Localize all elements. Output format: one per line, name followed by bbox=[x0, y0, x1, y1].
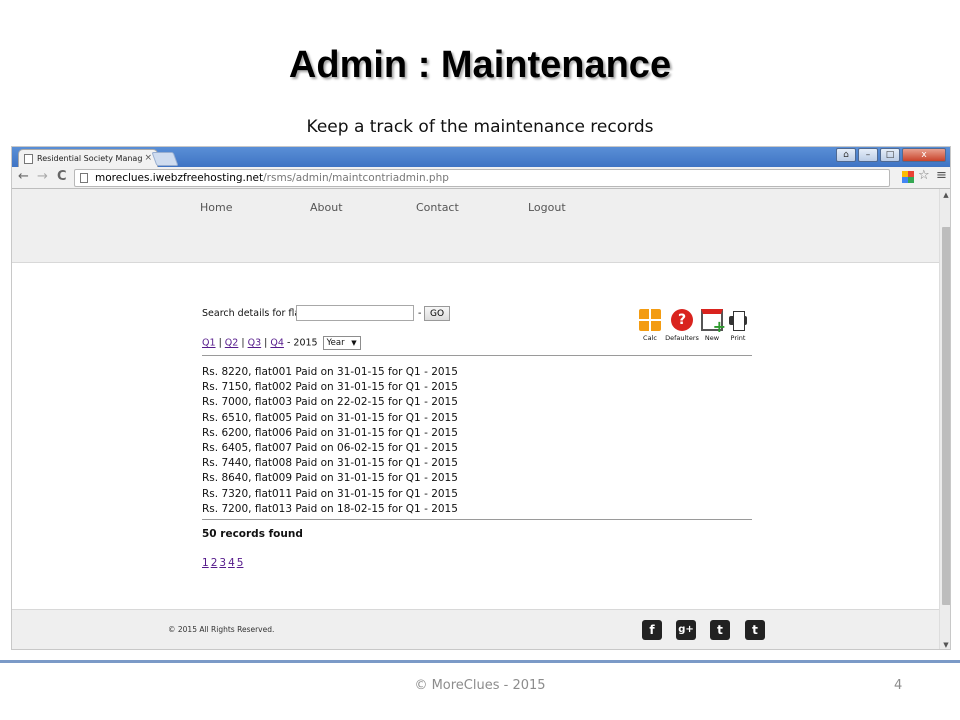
year-select-value: Year bbox=[326, 338, 345, 348]
printer-icon bbox=[727, 309, 749, 331]
quarter-separator: | bbox=[218, 337, 222, 349]
quarter-separator: | bbox=[241, 337, 245, 349]
record-item: Rs. 8220, flat001 Paid on 31-01-15 for Q… bbox=[202, 366, 458, 378]
records-found-count: 50 records found bbox=[202, 528, 303, 540]
record-item: Rs. 7440, flat008 Paid on 31-01-15 for Q… bbox=[202, 457, 458, 470]
calc-label: Calc bbox=[643, 334, 657, 342]
slide-subtitle: Keep a track of the maintenance records bbox=[306, 117, 654, 137]
record-item: Rs. 7320, flat011 Paid on 31-01-15 for Q… bbox=[202, 487, 458, 500]
scroll-up-icon[interactable]: ▲ bbox=[940, 191, 950, 199]
user-profile-button[interactable]: ⌂ bbox=[836, 148, 856, 162]
minimize-button[interactable]: – bbox=[858, 148, 878, 162]
slide-title: Admin : Maintenance bbox=[288, 44, 672, 86]
tab-strip: Residential Society Manag × ⌂ – □ x bbox=[12, 147, 950, 167]
address-bar[interactable]: moreclues.iwebzfreehosting.net/rsms/admi… bbox=[74, 169, 890, 187]
go-button[interactable]: GO bbox=[424, 306, 450, 321]
search-row: Search details for flat: - GO bbox=[202, 305, 450, 321]
defaulters-button[interactable]: ? Defaulters bbox=[661, 309, 703, 342]
maximize-button[interactable]: □ bbox=[880, 148, 900, 162]
menu-icon[interactable]: ≡ bbox=[936, 168, 947, 183]
quarter-separator: | bbox=[264, 337, 268, 349]
slide-footer: © MoreClues - 2015 bbox=[414, 678, 546, 693]
print-button[interactable]: Print bbox=[727, 309, 749, 342]
facebook-icon[interactable]: f bbox=[642, 620, 662, 640]
dropdown-arrow-icon: ▼ bbox=[351, 339, 357, 347]
forward-arrow-icon[interactable]: → bbox=[37, 169, 48, 185]
record-item: Rs. 7200, flat013 Paid on 18-02-15 for Q… bbox=[202, 502, 458, 515]
slide-number: 4 bbox=[894, 678, 903, 693]
reload-icon[interactable]: C bbox=[57, 169, 67, 185]
pagination: 12345 bbox=[202, 557, 245, 569]
site-header: Home About Contact Logout bbox=[12, 189, 939, 263]
quarter-link-q3[interactable]: Q3 bbox=[248, 338, 262, 349]
maintenance-records-list: Rs. 8220, flat001 Paid on 31-01-15 for Q… bbox=[202, 365, 458, 517]
back-arrow-icon[interactable]: ← bbox=[18, 169, 29, 185]
nav-contact[interactable]: Contact bbox=[416, 201, 459, 214]
browser-tab[interactable]: Residential Society Manag × bbox=[18, 149, 158, 167]
site-footer: © 2015 All Rights Reserved. f g+ t t bbox=[12, 609, 939, 649]
page-link-2[interactable]: 2 bbox=[211, 557, 218, 569]
tumblr-icon[interactable]: t bbox=[745, 620, 765, 640]
page-link-3[interactable]: 3 bbox=[219, 557, 226, 569]
twitter-icon[interactable]: t bbox=[710, 620, 730, 640]
browser-window: Residential Society Manag × ⌂ – □ x ← → … bbox=[11, 146, 951, 650]
calculator-icon bbox=[639, 309, 661, 331]
quarter-link-q2[interactable]: Q2 bbox=[225, 338, 239, 349]
page-favicon-icon bbox=[24, 154, 33, 164]
tab-title: Residential Society Manag bbox=[37, 154, 143, 163]
vertical-scrollbar[interactable]: ▲ ▼ bbox=[939, 189, 950, 649]
quarter-filter: Q1 | Q2 | Q3 | Q4 - 2015 Year ▼ bbox=[202, 336, 361, 350]
flat-search-input[interactable] bbox=[296, 305, 414, 321]
record-item: Rs. 6510, flat005 Paid on 31-01-15 for Q… bbox=[202, 411, 458, 424]
scroll-thumb[interactable] bbox=[942, 227, 950, 605]
record-item: Rs. 7150, flat002 Paid on 31-01-15 for Q… bbox=[202, 381, 458, 394]
year-select[interactable]: Year ▼ bbox=[322, 336, 361, 350]
page-link-5[interactable]: 5 bbox=[237, 557, 244, 569]
main-content: Search details for flat: - GO Q1 | Q2 | … bbox=[12, 263, 939, 609]
quarter-link-q1[interactable]: Q1 bbox=[202, 338, 216, 349]
defaulters-label: Defaulters bbox=[665, 334, 699, 342]
quarter-link-q4[interactable]: Q4 bbox=[270, 338, 284, 349]
record-item: Rs. 6200, flat006 Paid on 31-01-15 for Q… bbox=[202, 426, 458, 439]
record-item: Rs. 8640, flat009 Paid on 31-01-15 for Q… bbox=[202, 472, 458, 485]
browser-toolbar: ← → C moreclues.iwebzfreehosting.net/rsm… bbox=[12, 167, 950, 189]
calendar-add-icon bbox=[701, 309, 726, 336]
page-link-4[interactable]: 4 bbox=[228, 557, 235, 569]
nav-about[interactable]: About bbox=[310, 201, 343, 214]
search-label: Search details for flat: bbox=[202, 308, 308, 319]
calc-button[interactable]: Calc bbox=[639, 309, 661, 342]
print-label: Print bbox=[730, 334, 746, 342]
url-path: /rsms/admin/maintcontriadmin.php bbox=[263, 172, 449, 184]
window-controls: ⌂ – □ x bbox=[836, 148, 946, 162]
new-tab-button[interactable] bbox=[151, 152, 179, 166]
nav-logout[interactable]: Logout bbox=[528, 201, 566, 214]
extension-icon[interactable] bbox=[902, 171, 914, 183]
divider bbox=[202, 519, 752, 520]
question-icon: ? bbox=[671, 309, 693, 331]
google-plus-icon[interactable]: g+ bbox=[676, 620, 696, 640]
page-icon bbox=[80, 173, 88, 183]
page-viewport: Home About Contact Logout Search details… bbox=[12, 189, 939, 649]
divider bbox=[202, 355, 752, 356]
bookmark-star-icon[interactable]: ☆ bbox=[918, 168, 930, 183]
slide-divider bbox=[0, 660, 960, 663]
scroll-down-icon[interactable]: ▼ bbox=[940, 641, 950, 649]
url-text: moreclues.iwebzfreehosting.net/rsms/admi… bbox=[95, 171, 449, 186]
url-host: moreclues.iwebzfreehosting.net bbox=[95, 172, 264, 184]
search-dash: - bbox=[418, 308, 422, 319]
new-button[interactable]: New bbox=[701, 309, 726, 342]
page-link-1[interactable]: 1 bbox=[202, 557, 209, 569]
action-toolbar: Calc ? Defaulters New Print bbox=[639, 309, 751, 349]
record-item: Rs. 7000, flat003 Paid on 22-02-15 for Q… bbox=[202, 396, 458, 409]
record-item: Rs. 6405, flat007 Paid on 06-02-15 for Q… bbox=[202, 442, 458, 455]
close-window-button[interactable]: x bbox=[902, 148, 946, 162]
nav-home[interactable]: Home bbox=[200, 201, 232, 214]
copyright-text: © 2015 All Rights Reserved. bbox=[168, 625, 275, 634]
year-suffix: - 2015 bbox=[286, 337, 318, 349]
